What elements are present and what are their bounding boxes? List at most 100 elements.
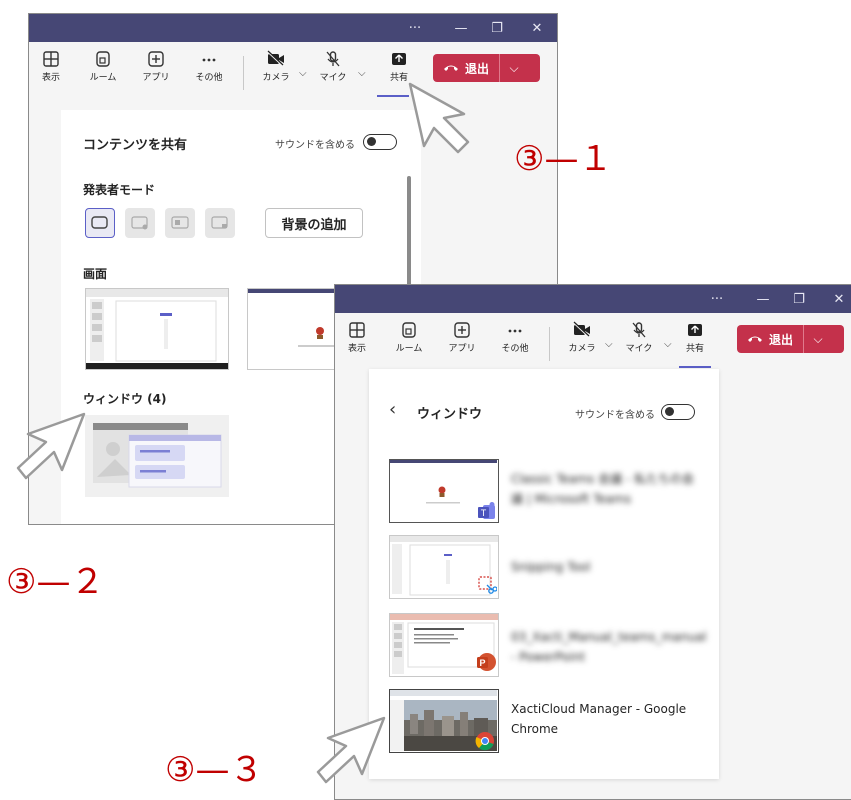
teams-window-window-picker: ··· — ❐ ✕ 表示 ルーム アプリ その他 カメラ ⌵ マイク ⌵ 共有 … <box>334 284 851 800</box>
snipping-tool-icon <box>478 576 497 594</box>
mic-label: マイク <box>319 73 347 83</box>
presenter-mode-standout[interactable] <box>125 208 155 238</box>
add-app-icon <box>148 51 164 67</box>
leave-label: 退出 <box>769 332 794 347</box>
more-button[interactable]: その他 <box>187 50 231 83</box>
add-background-button[interactable]: 背景の追加 <box>265 208 363 238</box>
presenter-mode-reporter[interactable] <box>205 208 235 238</box>
ellipsis-icon <box>202 58 216 62</box>
mic-button[interactable]: マイク <box>311 50 355 83</box>
camera-label: カメラ <box>568 344 596 354</box>
more-button[interactable]: その他 <box>493 321 537 354</box>
window-title-teams: Classic Teams 会議 - 私たちの会議 | Microsoft Te… <box>511 472 695 506</box>
window-title-snipping-tool: Snipping Tool <box>511 560 591 574</box>
close-button[interactable]: ✕ <box>819 285 851 313</box>
step-annotation-3-1: ③—１ <box>514 139 613 179</box>
title-bar: ··· — ❐ ✕ <box>29 14 557 42</box>
screen-thumbnail-1[interactable] <box>85 288 229 370</box>
pointer-cursor-chrome <box>316 716 386 784</box>
restore-button[interactable]: ❐ <box>477 14 517 42</box>
pointer-cursor-share <box>408 82 470 154</box>
grid-icon <box>43 51 59 67</box>
share-active-indicator <box>679 366 711 368</box>
leave-options-chevron-icon[interactable]: ⌵ <box>499 54 528 82</box>
leave-button[interactable]: 退出 <box>737 325 803 353</box>
phone-hangup-icon <box>748 336 762 342</box>
window-group-tile[interactable] <box>85 415 229 497</box>
apps-button[interactable]: アプリ <box>134 50 178 83</box>
rooms-icon <box>402 322 416 338</box>
window-panel-title: ウィンドウ <box>417 407 483 422</box>
leave-button[interactable]: 退出 <box>433 54 499 82</box>
rooms-label: ルーム <box>89 73 117 83</box>
chrome-icon <box>475 732 494 751</box>
share-icon <box>688 324 702 336</box>
minimize-button[interactable]: — <box>441 14 481 42</box>
camera-off-icon <box>267 50 284 67</box>
rooms-icon <box>96 51 110 67</box>
mic-options-chevron-icon[interactable]: ⌵ <box>358 68 366 79</box>
restore-button[interactable]: ❐ <box>779 285 819 313</box>
more-label: その他 <box>195 73 223 83</box>
leave-button-group: 退出 ⌵ <box>737 325 844 353</box>
more-options-button[interactable]: ··· <box>697 285 737 313</box>
camera-off-icon <box>573 321 590 338</box>
rooms-button[interactable]: ルーム <box>81 50 125 83</box>
powerpoint-icon: P <box>477 653 496 671</box>
mic-button[interactable]: マイク <box>617 321 661 354</box>
pointer-cursor-window <box>16 412 86 480</box>
reporter-icon <box>211 216 228 229</box>
standout-icon <box>131 216 148 230</box>
rooms-label: ルーム <box>395 344 423 354</box>
share-button[interactable]: 共有 <box>673 321 717 354</box>
mic-options-chevron-icon[interactable]: ⌵ <box>664 339 672 350</box>
side-by-side-icon <box>171 216 189 229</box>
include-sound-toggle[interactable] <box>661 404 695 420</box>
include-sound-label: サウンドを含める <box>575 410 655 421</box>
mic-label: マイク <box>625 344 653 354</box>
meeting-toolbar: 表示 ルーム アプリ その他 カメラ ⌵ マイク ⌵ 共有 退出 ⌵ <box>29 42 557 110</box>
svg-text:T: T <box>481 508 487 518</box>
toolbar-divider <box>243 56 244 90</box>
apps-button[interactable]: アプリ <box>440 321 484 354</box>
teams-icon: T <box>478 502 495 519</box>
share-icon <box>392 53 406 65</box>
view-button[interactable]: 表示 <box>335 321 379 354</box>
toolbar-divider <box>549 327 550 361</box>
presenter-mode-side-by-side[interactable] <box>165 208 195 238</box>
screen-preview-image <box>86 289 228 369</box>
back-button[interactable]: ‹ <box>389 399 396 420</box>
share-panel-title: コンテンツを共有 <box>83 138 188 153</box>
camera-button[interactable]: カメラ <box>254 50 298 83</box>
presenter-mode-content-only[interactable] <box>85 208 115 238</box>
leave-button-group: 退出 ⌵ <box>433 54 540 82</box>
phone-hangup-icon <box>444 65 458 71</box>
window-title-chrome: XactiCloud Manager - Google Chrome <box>511 702 687 736</box>
apps-label: アプリ <box>448 344 476 354</box>
apps-label: アプリ <box>142 73 170 83</box>
view-button[interactable]: 表示 <box>29 50 73 83</box>
window-title-powerpoint: 03_Xacti_Manual_teams_manual - PowerPoin… <box>511 630 707 664</box>
window-illustration-icon <box>93 423 222 488</box>
rooms-button[interactable]: ルーム <box>387 321 431 354</box>
more-options-button[interactable]: ··· <box>395 14 435 42</box>
close-button[interactable]: ✕ <box>517 14 557 42</box>
svg-text:P: P <box>479 658 485 668</box>
camera-options-chevron-icon[interactable]: ⌵ <box>605 339 613 350</box>
window-section-label: ウィンドウ (4) <box>83 392 167 406</box>
grid-icon <box>349 322 365 338</box>
content-only-icon <box>91 216 108 229</box>
share-label: 共有 <box>685 344 704 354</box>
screen-section-label: 画面 <box>83 267 108 281</box>
camera-options-chevron-icon[interactable]: ⌵ <box>299 68 307 79</box>
step-annotation-3-3: ③—３ <box>165 750 264 790</box>
camera-button[interactable]: カメラ <box>560 321 604 354</box>
add-app-icon <box>454 322 470 338</box>
step-annotation-3-2: ③—２ <box>6 562 105 602</box>
include-sound-toggle[interactable] <box>363 134 397 150</box>
share-button[interactable]: 共有 <box>377 50 421 83</box>
view-label: 表示 <box>41 73 60 83</box>
view-label: 表示 <box>347 344 366 354</box>
minimize-button[interactable]: — <box>743 285 783 313</box>
leave-options-chevron-icon[interactable]: ⌵ <box>803 325 832 353</box>
